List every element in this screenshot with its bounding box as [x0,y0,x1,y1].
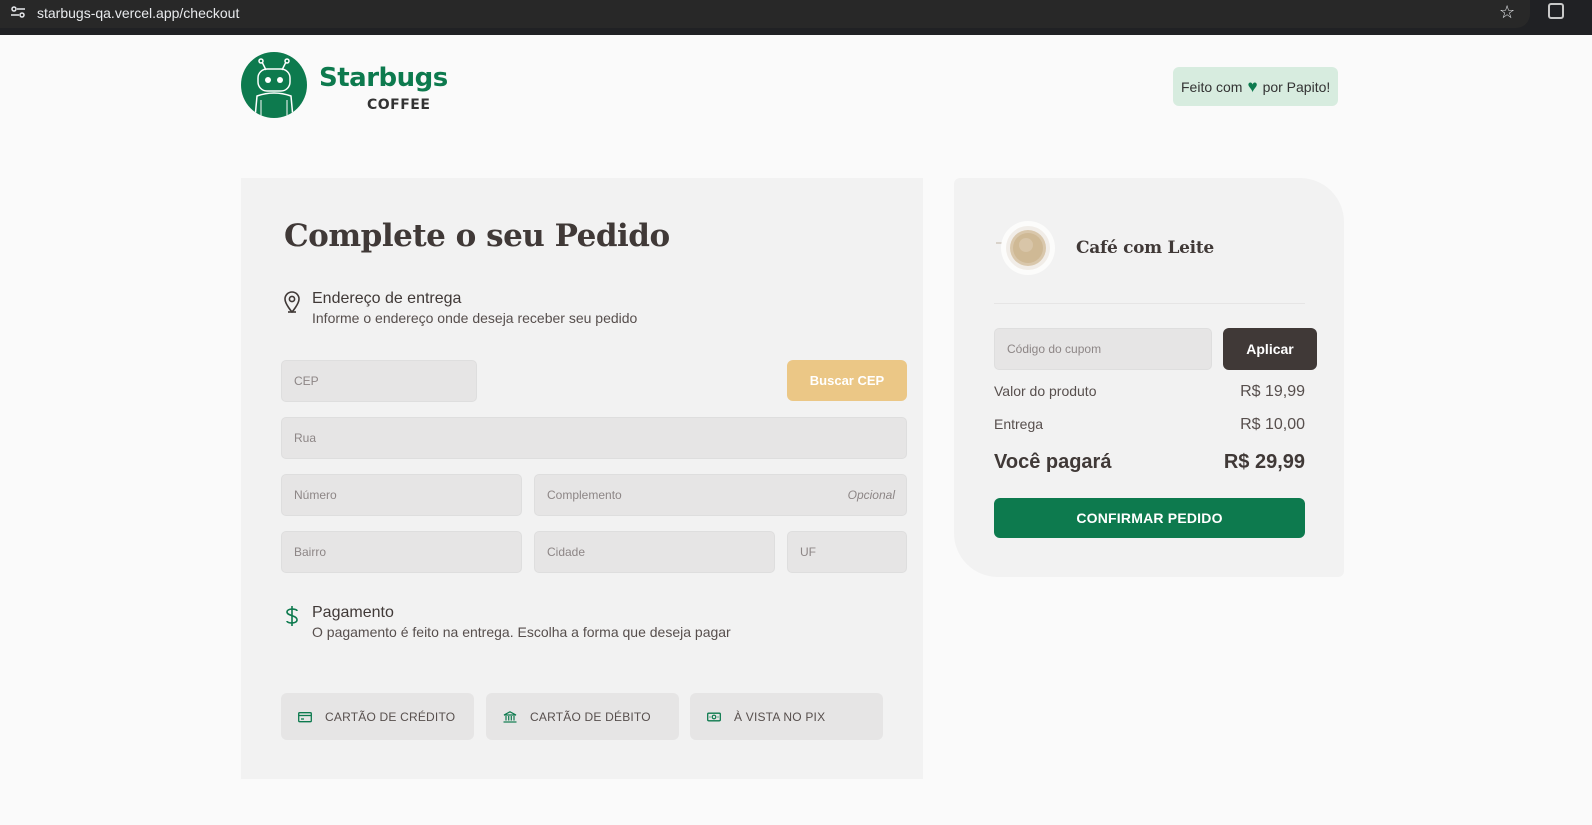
cep-field[interactable] [281,360,477,402]
street-input[interactable] [282,418,906,458]
address-section-title: Endereço de entrega [312,290,462,307]
street-field[interactable] [281,417,907,459]
payment-debit-card-label: CARTÃO DE DÉBITO [530,709,651,724]
payment-pix-button[interactable]: À VISTA NO PIX [690,693,883,740]
extensions-icon[interactable] [1548,3,1564,19]
payment-section-header: Pagamento O pagamento é feito na entrega… [283,604,731,641]
bank-icon [503,710,517,723]
payment-debit-card-button[interactable]: CARTÃO DE DÉBITO [486,693,679,740]
coupon-field[interactable] [994,328,1212,370]
product-value-row: Valor do produto R$ 19,99 [994,383,1305,401]
heart-icon: ♥ [1247,77,1258,96]
brand-name: Starbugs [319,63,448,93]
complement-field[interactable]: Opcional [534,474,907,516]
made-by-suffix: por Papito! [1262,78,1331,95]
robot-logo-icon [241,52,307,118]
delivery-row: Entrega R$ 10,00 [994,416,1305,434]
browser-toolbar: starbugs-qa.vercel.app/checkout ☆ [0,0,1592,35]
product-name: Café com Leite [1076,238,1214,258]
delivery-label: Entrega [994,416,1044,432]
url-text[interactable]: starbugs-qa.vercel.app/checkout [37,5,239,21]
optional-hint: Opcional [847,488,895,502]
made-by-badge: Feito com ♥ por Papito! [1173,67,1339,106]
payment-credit-card-label: CARTÃO DE CRÉDITO [325,709,456,724]
total-value: R$ 29,99 [1223,451,1305,473]
product-value-label: Valor do produto [994,383,1097,399]
map-pin-icon [283,291,303,314]
number-input[interactable] [282,475,521,515]
state-field[interactable] [787,531,907,573]
district-field[interactable] [281,531,522,573]
coffee-cup-image [996,221,1056,277]
delivery-value: R$ 10,00 [1240,416,1305,433]
star-icon[interactable]: ☆ [1499,2,1515,22]
total-row: Você pagará R$ 29,99 [994,451,1305,474]
address-section-header: Endereço de entrega Informe o endereço o… [283,290,637,327]
address-bar[interactable]: starbugs-qa.vercel.app/checkout ☆ [0,0,1530,28]
product-value: R$ 19,99 [1240,383,1305,400]
cep-input[interactable] [282,361,476,401]
site-info-icon[interactable] [10,5,28,21]
confirm-order-button[interactable]: CONFIRMAR PEDIDO [994,498,1305,538]
dollar-icon [283,605,303,627]
money-icon [707,711,721,723]
apply-coupon-button[interactable]: Aplicar [1223,328,1317,370]
payment-section-title: Pagamento [312,604,394,621]
payment-pix-label: À VISTA NO PIX [734,709,826,724]
payment-section-subtitle: O pagamento é feito na entrega. Escolha … [312,624,731,640]
city-field[interactable] [534,531,775,573]
coupon-input[interactable] [995,329,1211,369]
total-label: Você pagará [994,451,1112,473]
payment-credit-card-button[interactable]: CARTÃO DE CRÉDITO [281,693,474,740]
address-section-subtitle: Informe o endereço onde deseja receber s… [312,310,638,326]
made-by-prefix: Feito com [1181,78,1243,95]
page-title: Complete o seu Pedido [284,218,670,254]
search-cep-button[interactable]: Buscar CEP [787,360,907,401]
city-input[interactable] [535,532,774,572]
credit-card-icon [298,711,312,723]
state-input[interactable] [788,532,906,572]
brand-subtitle: COFFEE [367,97,431,113]
number-field[interactable] [281,474,522,516]
logo[interactable]: Starbugs COFFEE [241,52,449,118]
divider [994,303,1305,304]
district-input[interactable] [282,532,521,572]
